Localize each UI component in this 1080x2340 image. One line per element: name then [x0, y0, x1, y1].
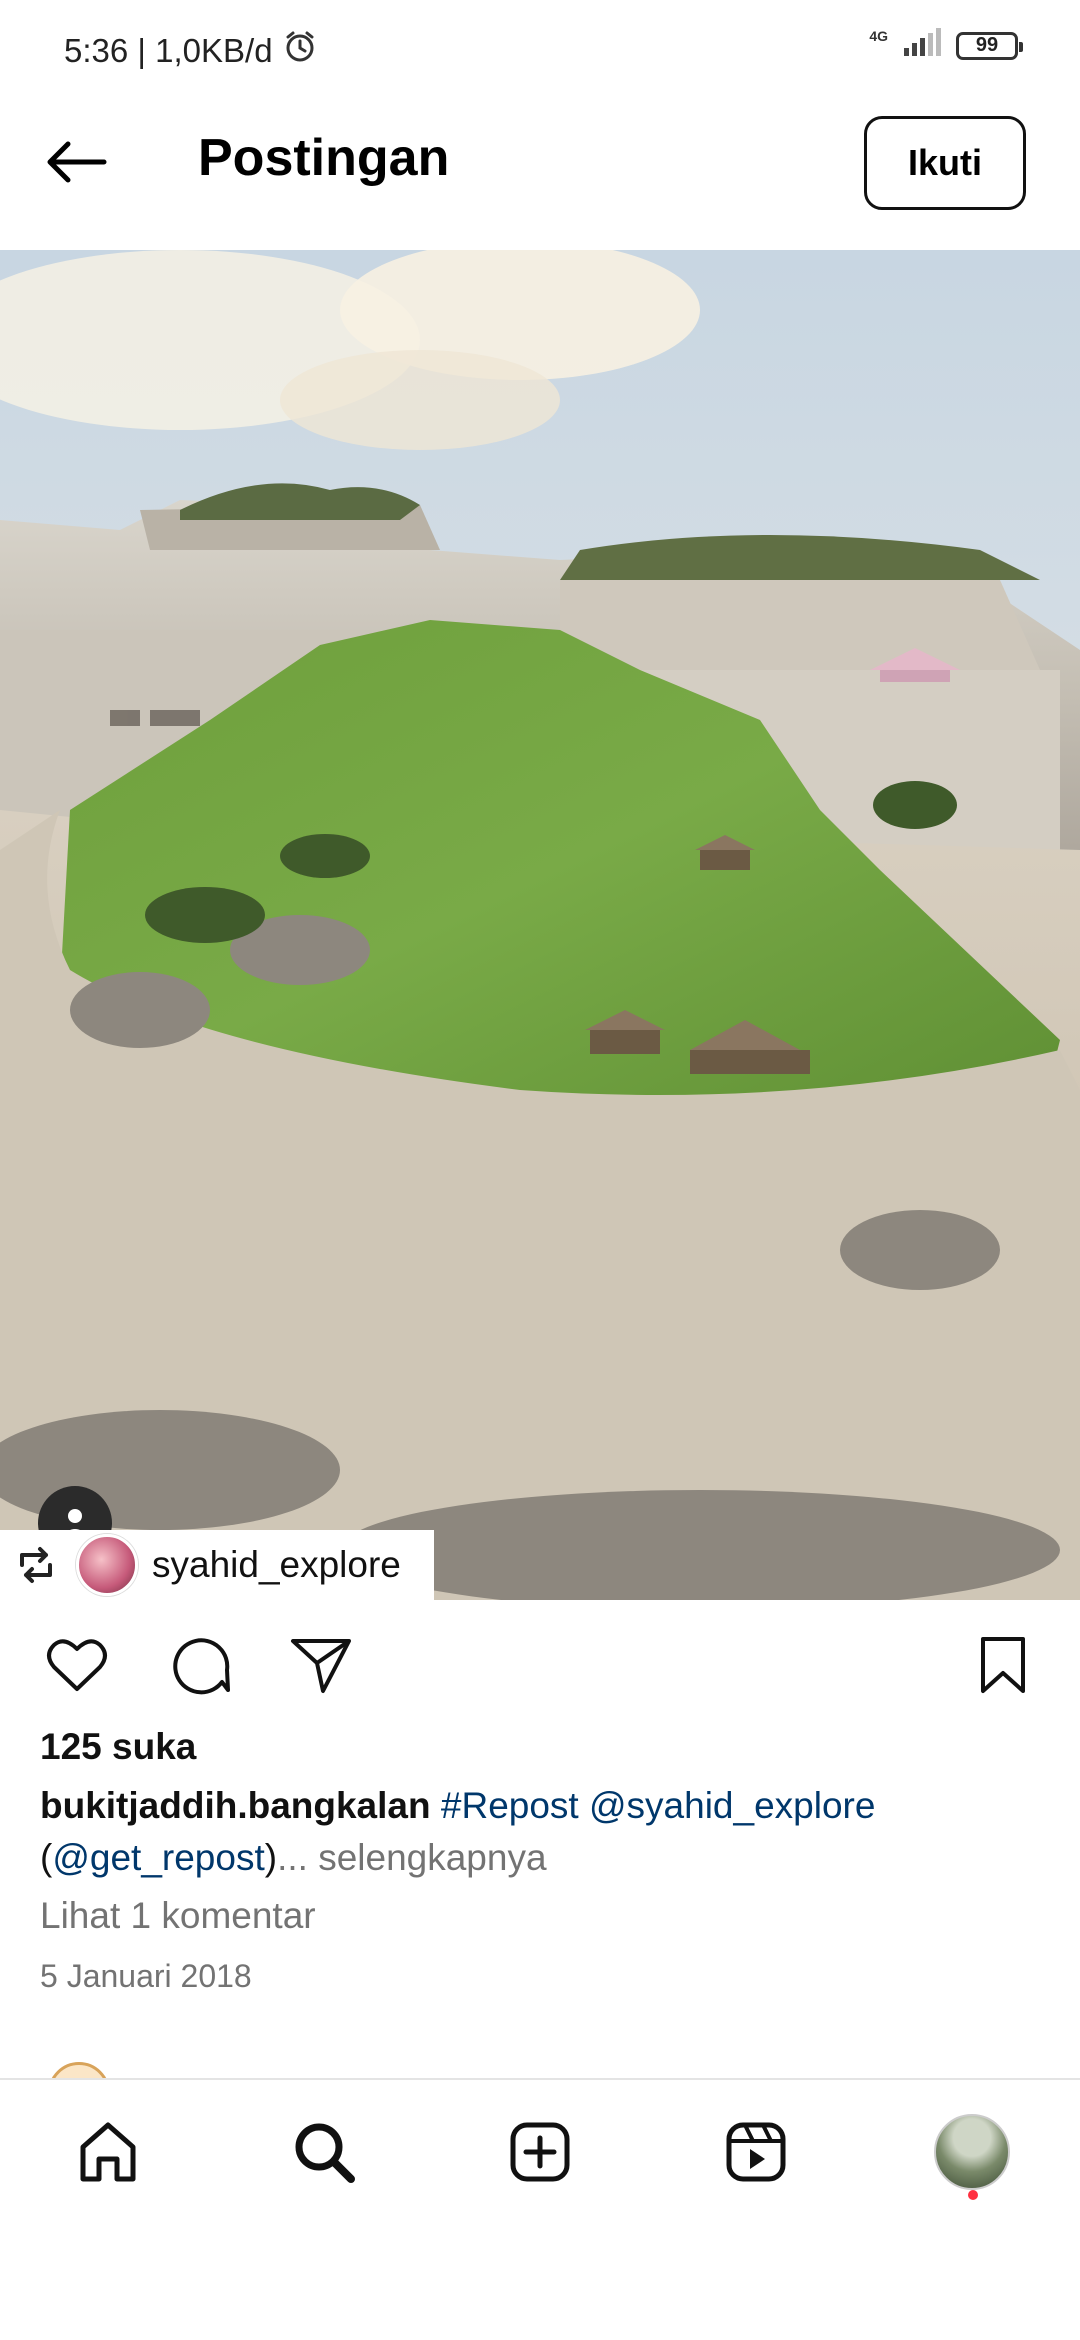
post-caption: bukitjaddih.bangkalan #Repost @syahid_ex…: [40, 1780, 1040, 1884]
repost-user-avatar: [76, 1534, 138, 1596]
repost-badge[interactable]: syahid_explore: [0, 1530, 434, 1600]
post-action-bar: [0, 1620, 1080, 1706]
post-date: 5 Januari 2018: [40, 1958, 252, 1994]
battery-icon: 99: [956, 31, 1023, 60]
profile-avatar[interactable]: [932, 2112, 1012, 2192]
reels-icon[interactable]: [716, 2112, 796, 2192]
bottom-nav: [0, 2078, 1080, 2230]
profile-avatar-image: [934, 2114, 1010, 2190]
share-icon[interactable]: [286, 1630, 356, 1700]
caption-username[interactable]: bukitjaddih.bangkalan: [40, 1785, 431, 1826]
home-icon[interactable]: [68, 2112, 148, 2192]
system-nav-area: [0, 2228, 1080, 2340]
back-arrow-icon[interactable]: [40, 126, 112, 198]
network-type: 4G: [869, 27, 888, 44]
mention-link[interactable]: @get_repost: [52, 1837, 264, 1878]
repost-username: syahid_explore: [152, 1544, 401, 1585]
status-left: 5:36 | 1,0KB/d: [64, 30, 317, 72]
status-right: 4G 99: [869, 27, 1023, 63]
alarm-icon: [283, 30, 317, 72]
search-icon[interactable]: [284, 2112, 364, 2192]
more-link[interactable]: ... selengkapnya: [277, 1837, 546, 1878]
like-icon[interactable]: [42, 1630, 112, 1700]
comment-icon[interactable]: [166, 1630, 236, 1700]
save-icon[interactable]: [968, 1630, 1038, 1700]
hashtag-link[interactable]: #Repost: [441, 1785, 579, 1826]
notification-dot: [968, 2190, 978, 2200]
caption-paren-open: (: [40, 1837, 53, 1878]
post-image[interactable]: [0, 250, 1080, 1600]
mention-link[interactable]: @syahid_explore: [589, 1785, 875, 1826]
follow-button[interactable]: Ikuti: [864, 116, 1026, 210]
page-title: Postingan: [198, 129, 450, 187]
view-comments-link[interactable]: Lihat 1 komentar: [40, 1895, 316, 1937]
caption-paren-close: ): [264, 1837, 278, 1878]
top-app-bar: Postingan Ikuti: [0, 100, 1080, 250]
status-time-speed: 5:36 | 1,0KB/d: [64, 32, 273, 69]
create-icon[interactable]: [500, 2112, 580, 2192]
like-count[interactable]: 125 suka: [40, 1726, 196, 1768]
repost-icon: [14, 1545, 58, 1585]
status-bar: 5:36 | 1,0KB/d 4G 99: [0, 0, 1080, 100]
signal-icon: [902, 28, 942, 63]
